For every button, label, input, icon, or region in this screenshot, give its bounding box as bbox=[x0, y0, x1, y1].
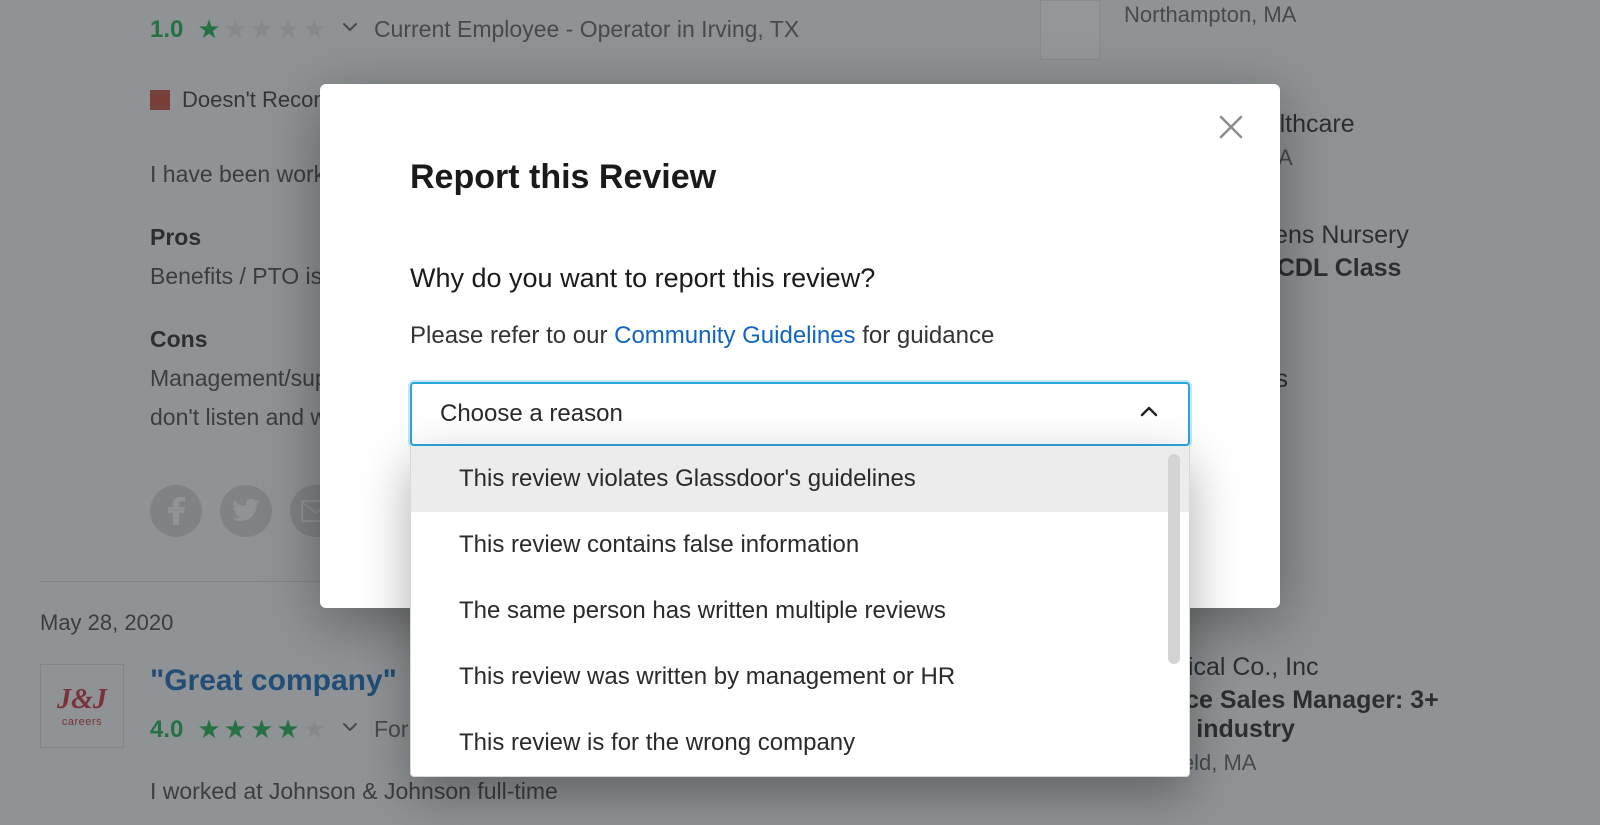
report-review-modal: Report this Review Why do you want to re… bbox=[320, 84, 1280, 608]
reason-dropdown: This review violates Glassdoor's guideli… bbox=[410, 446, 1190, 777]
dropdown-option[interactable]: This review is for the wrong company bbox=[411, 710, 1189, 776]
guideline-post: for guidance bbox=[856, 322, 995, 349]
modal-overlay[interactable]: Report this Review Why do you want to re… bbox=[0, 0, 1600, 825]
modal-guideline-text: Please refer to our Community Guidelines… bbox=[410, 322, 1190, 350]
dropdown-option[interactable]: This review violates Glassdoor's guideli… bbox=[411, 446, 1189, 512]
reason-select-placeholder: Choose a reason bbox=[440, 400, 623, 428]
dropdown-option[interactable]: This review was written by management or… bbox=[411, 644, 1189, 710]
community-guidelines-link[interactable]: Community Guidelines bbox=[614, 322, 855, 349]
chevron-up-icon bbox=[1138, 401, 1160, 428]
dropdown-option[interactable]: The same person has written multiple rev… bbox=[411, 578, 1189, 644]
modal-question: Why do you want to report this review? bbox=[410, 263, 1190, 294]
close-icon[interactable] bbox=[1218, 114, 1244, 145]
scrollbar[interactable] bbox=[1168, 454, 1180, 664]
guideline-pre: Please refer to our bbox=[410, 322, 614, 349]
dropdown-option[interactable]: This review contains false information bbox=[411, 512, 1189, 578]
reason-select[interactable]: Choose a reason bbox=[410, 382, 1190, 446]
modal-title: Report this Review bbox=[410, 158, 1190, 197]
reason-select-wrap: Choose a reason This review violates Gla… bbox=[410, 382, 1190, 446]
